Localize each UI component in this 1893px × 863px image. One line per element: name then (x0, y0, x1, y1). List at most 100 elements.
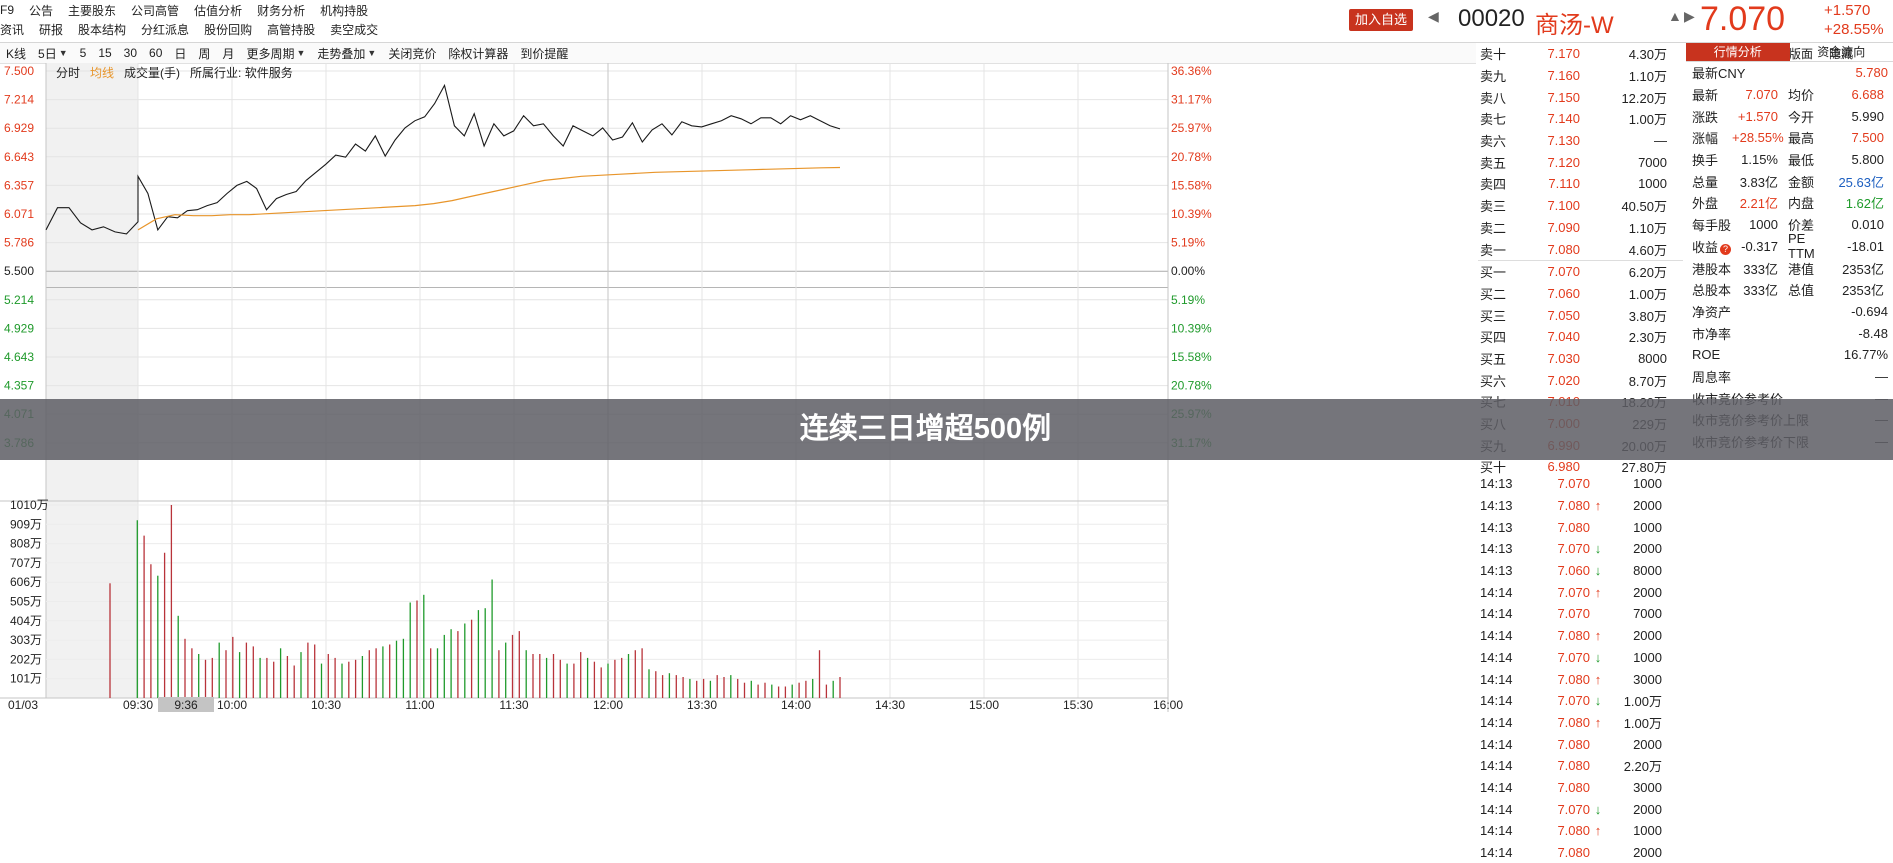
subbar-industry: 所属行业: 软件服务 (190, 64, 293, 81)
info-key: 最新 (1686, 85, 1732, 104)
tab-capital-flow[interactable]: 资金流向 (1790, 43, 1893, 61)
menu-short-selling[interactable]: 卖空成交 (330, 21, 378, 38)
ask-row[interactable]: 卖五7.1207000 (1478, 151, 1683, 173)
menu-dividends[interactable]: 分红派息 (141, 21, 189, 38)
book-level-label: 买二 (1478, 284, 1532, 303)
tool-60min[interactable]: 60 (149, 46, 162, 60)
book-volume: 4.30万 (1580, 44, 1667, 63)
bid-row[interactable]: 买四7.0402.30万 (1478, 326, 1683, 348)
tool-month[interactable]: 月 (222, 45, 234, 62)
intraday-chart[interactable]: 7.50036.36%7.21431.17%6.92925.97%6.64320… (0, 63, 1476, 860)
trade-price: 7.080 (1528, 628, 1590, 643)
ask-row[interactable]: 卖一7.0804.60万 (1478, 238, 1683, 260)
trade-volume: 2.20万 (1606, 756, 1662, 775)
info-tabs: 行情分析 资金流向 (1686, 43, 1893, 62)
menu-valuation[interactable]: 估值分析 (194, 2, 242, 19)
tool-overlay[interactable]: 走势叠加 (317, 45, 365, 62)
trade-price: 7.080 (1528, 498, 1590, 513)
subbar-avg-line[interactable]: 均线 (90, 64, 114, 81)
menu-institutions[interactable]: 机构持股 (320, 2, 368, 19)
ask-row[interactable]: 卖六7.130— (1478, 130, 1683, 152)
menu-share-structure[interactable]: 股本结构 (78, 21, 126, 38)
tool-week[interactable]: 周 (198, 45, 210, 62)
menu-buyback[interactable]: 股份回购 (204, 21, 252, 38)
trade-volume: 8000 (1606, 563, 1662, 578)
menu-major-holders[interactable]: 主要股东 (68, 2, 116, 19)
trade-volume: 2000 (1606, 802, 1662, 817)
bid-row[interactable]: 买三7.0503.80万 (1478, 304, 1683, 326)
dropdown-arrow-icon[interactable]: ▼ (59, 48, 68, 58)
tool-close-auction[interactable]: 关闭竞价 (388, 45, 436, 62)
menu-news[interactable]: 资讯 (0, 21, 24, 38)
ask-row[interactable]: 卖八7.15012.20万 (1478, 86, 1683, 108)
info-key: 内盘 (1778, 193, 1828, 212)
tool-ex-rights-calc[interactable]: 除权计算器 (448, 45, 508, 62)
trade-time: 14:14 (1478, 823, 1528, 838)
info-key: 最新CNY (1686, 63, 1812, 82)
dropdown-arrow-icon[interactable]: ▼ (296, 48, 305, 58)
trade-row: 14:147.070↓1.00万 (1478, 690, 1683, 712)
tool-30min[interactable]: 30 (124, 46, 137, 60)
book-price: 7.070 (1532, 264, 1580, 279)
tool-day[interactable]: 日 (174, 45, 186, 62)
arrow-up-icon: ↑ (1590, 585, 1606, 600)
bid-row[interactable]: 买一7.0706.20万 (1478, 261, 1683, 283)
quote-info-panel: 行情分析 资金流向 最新CNY5.780最新7.070均价6.688涨跌+1.5… (1686, 43, 1893, 452)
info-value: 1.62亿 (1828, 193, 1884, 212)
trade-time: 14:14 (1478, 606, 1528, 621)
add-to-watchlist-button[interactable]: 加入自选 (1349, 9, 1413, 31)
trade-price: 7.080 (1528, 520, 1590, 535)
ask-row[interactable]: 卖二7.0901.10万 (1478, 217, 1683, 239)
ask-row[interactable]: 卖四7.1101000 (1478, 173, 1683, 195)
tool-price-alert[interactable]: 到价提醒 (520, 45, 568, 62)
trade-price: 7.080 (1528, 737, 1590, 752)
latest-cny-row: 最新CNY5.780 (1686, 62, 1893, 84)
bid-row[interactable]: 买六7.0208.70万 (1478, 369, 1683, 391)
trade-volume: 1.00万 (1606, 713, 1662, 732)
trade-row: 14:147.0707000 (1478, 603, 1683, 625)
tool-15min[interactable]: 15 (98, 46, 111, 60)
subbar-volume[interactable]: 成交量(手) (124, 64, 180, 81)
subbar-intraday[interactable]: 分时 (56, 64, 80, 81)
time-tick-label: 15:30 (1063, 698, 1093, 712)
tool-5day[interactable]: 5日 (38, 45, 57, 62)
pct-tick-label: 20.78% (1171, 150, 1212, 164)
price-tick-label: 5.786 (4, 236, 34, 250)
menu-financials[interactable]: 财务分析 (257, 2, 305, 19)
bid-row[interactable]: 买五7.0308000 (1478, 348, 1683, 370)
next-stock-icon[interactable]: ▲ (1668, 8, 1682, 24)
trade-time: 14:13 (1478, 520, 1528, 535)
info-value: 5.780 (1812, 65, 1888, 80)
ask-row[interactable]: 卖九7.1601.10万 (1478, 65, 1683, 87)
prev-stock-icon[interactable]: ◀ (1428, 8, 1439, 25)
menu-announcement[interactable]: 公告 (29, 2, 53, 19)
info-value: 0.010 (1828, 217, 1884, 232)
trade-time: 14:14 (1478, 845, 1528, 860)
dropdown-arrow-icon[interactable]: ▼ (367, 48, 376, 58)
next-stock-icon-2[interactable]: ▶ (1684, 8, 1695, 25)
trade-ticks: 14:137.070100014:137.080↑200014:137.0801… (1478, 473, 1683, 863)
menu-executives[interactable]: 公司高管 (131, 2, 179, 19)
ask-row[interactable]: 卖三7.10040.50万 (1478, 195, 1683, 217)
book-price: 7.150 (1532, 90, 1580, 105)
info-value: 3.83亿 (1732, 172, 1778, 191)
trade-volume: 3000 (1606, 780, 1662, 795)
menu-research[interactable]: 研报 (39, 21, 63, 38)
tool-more-periods[interactable]: 更多周期 (246, 45, 294, 62)
trade-volume: 1000 (1606, 650, 1662, 665)
pct-tick-label: 20.78% (1171, 379, 1212, 393)
info-key: 均价 (1778, 85, 1828, 104)
average-price-line (138, 168, 840, 230)
trade-volume: 1.00万 (1606, 691, 1662, 710)
ask-row[interactable]: 卖七7.1401.00万 (1478, 108, 1683, 130)
pct-tick-label: 15.58% (1171, 178, 1212, 192)
ask-row[interactable]: 卖十7.1704.30万 (1478, 43, 1683, 65)
menu-f9[interactable]: F9 (0, 3, 14, 17)
tab-quote-analysis[interactable]: 行情分析 (1686, 43, 1790, 61)
time-tick-label: 10:00 (217, 698, 247, 712)
menu-exec-holdings[interactable]: 高管持股 (267, 21, 315, 38)
tool-5min[interactable]: 5 (80, 46, 87, 60)
date-label: 01/03 (8, 698, 38, 712)
tool-kline[interactable]: K线 (6, 45, 26, 62)
bid-row[interactable]: 买二7.0601.00万 (1478, 283, 1683, 305)
